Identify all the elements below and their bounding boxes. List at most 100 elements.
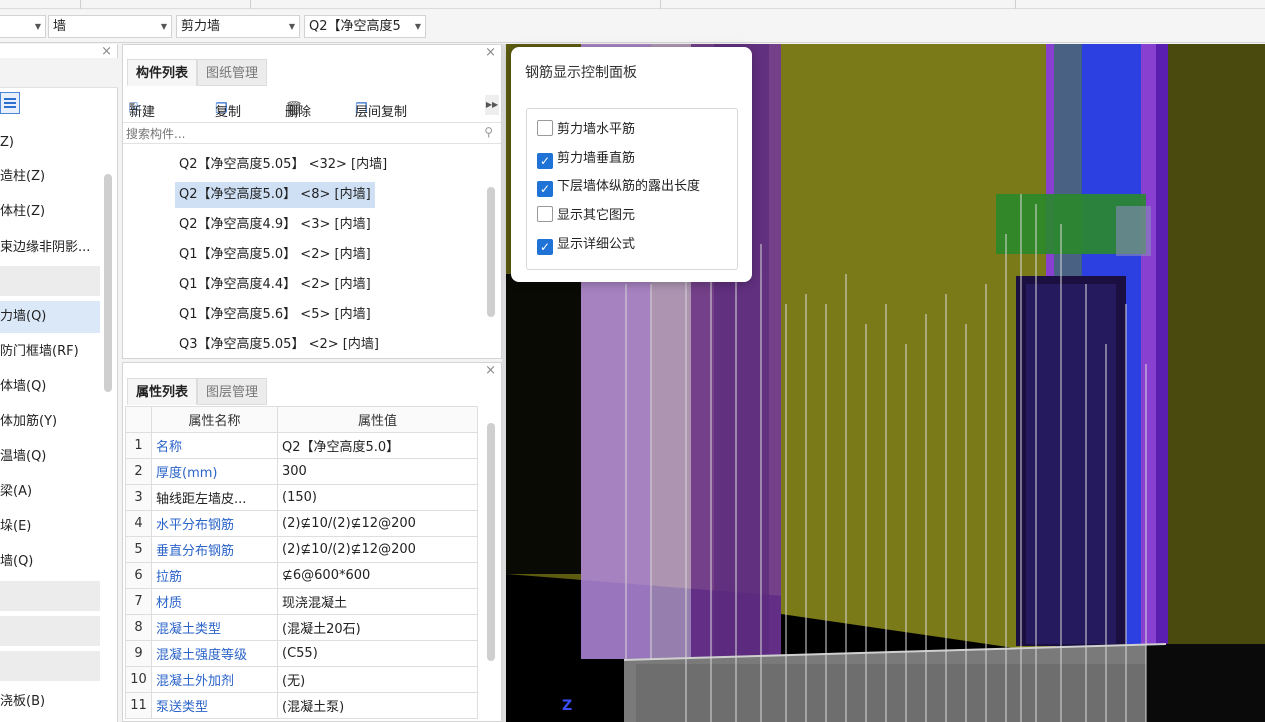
- component-tabs: 构件列表 图纸管理: [127, 59, 268, 87]
- property-panel: × 属性列表 图层管理 属性名称 属性值 1 名称 Q2【净空高度5.0】 2 厚度(m…: [122, 362, 502, 722]
- type-combo[interactable]: 剪力墙 ▼: [176, 15, 300, 38]
- list-item[interactable]: Q1【净空高度4.4】 <2> [内墙]: [175, 272, 375, 298]
- tree-item[interactable]: 浇板(B): [0, 686, 100, 718]
- check-icon[interactable]: ✓: [537, 153, 553, 169]
- table-row[interactable]: 4 水平分布钢筋 (2)⊈10/(2)⊈12@200: [125, 510, 478, 537]
- list-view-icon[interactable]: [0, 92, 20, 114]
- table-row[interactable]: 5 垂直分布钢筋 (2)⊈10/(2)⊈12@200: [125, 536, 478, 563]
- property-name: 材质: [151, 588, 278, 615]
- tree-group-header[interactable]: [0, 266, 100, 296]
- property-name: 混凝土强度等级: [151, 640, 278, 667]
- property-value[interactable]: (150): [277, 484, 478, 511]
- tree-scrollbar[interactable]: [104, 174, 112, 392]
- property-value[interactable]: 300: [277, 458, 478, 485]
- tree-item[interactable]: 体柱(Z): [0, 196, 100, 228]
- checkbox-shear-wall-vertical[interactable]: ✓ 剪力墙垂直筋: [537, 149, 635, 169]
- property-value[interactable]: 现浇混凝土: [277, 588, 478, 615]
- tab-layer-management[interactable]: 图层管理: [197, 378, 268, 405]
- chevron-down-icon: ▼: [34, 22, 41, 31]
- list-item[interactable]: Q1【净空高度5.6】 <5> [内墙]: [175, 302, 375, 328]
- table-row[interactable]: 3 轴线距左墙皮... (150): [125, 484, 478, 511]
- table-row[interactable]: 7 材质 现浇混凝土: [125, 588, 478, 615]
- property-value[interactable]: (无): [277, 666, 478, 693]
- more-actions-icon[interactable]: ▶▶: [485, 95, 499, 115]
- tab-property-list[interactable]: 属性列表: [127, 378, 198, 405]
- property-value[interactable]: (C55): [277, 640, 478, 667]
- close-icon[interactable]: ×: [101, 44, 112, 59]
- tab-component-list[interactable]: 构件列表: [127, 59, 198, 86]
- checkbox-icon[interactable]: [537, 120, 553, 136]
- checkbox-show-other[interactable]: 显示其它图元: [537, 206, 635, 226]
- close-icon[interactable]: ×: [485, 45, 496, 60]
- property-value[interactable]: (2)⊈10/(2)⊈12@200: [277, 536, 478, 563]
- tree-item-shear-wall[interactable]: 力墙(Q): [0, 301, 100, 333]
- component-tree-panel: × Z) 造柱(Z) 体柱(Z) 束边缘非阴影... 力墙(Q) 防门框墙(RF…: [0, 44, 118, 722]
- property-value[interactable]: Q2【净空高度5.0】: [277, 432, 478, 459]
- tree-item[interactable]: 梁(A): [0, 476, 100, 508]
- tree-item[interactable]: 垛(E): [0, 511, 100, 543]
- selection-toolbar: ▼ 墙 ▼ 剪力墙 ▼ Q2【净空高度5 ▼: [0, 10, 1265, 43]
- rebar-display-control-panel: 钢筋显示控制面板 剪力墙水平筋 ✓ 剪力墙垂直筋 ✓ 下层墙体纵筋的露出长度 显示其…: [511, 47, 752, 282]
- tree-group-header[interactable]: [0, 581, 100, 611]
- property-value[interactable]: (混凝土泵): [277, 692, 478, 719]
- property-name: 厚度(mm): [151, 458, 278, 485]
- row-number: 11: [125, 692, 152, 719]
- floor-combo[interactable]: ▼: [0, 15, 46, 38]
- property-value[interactable]: (混凝土20石): [277, 614, 478, 641]
- tree-item[interactable]: 体墙(Q): [0, 371, 100, 403]
- table-row[interactable]: 1 名称 Q2【净空高度5.0】: [125, 432, 478, 459]
- tree-group-header[interactable]: [0, 616, 100, 646]
- component-combo[interactable]: Q2【净空高度5 ▼: [304, 15, 426, 38]
- list-item[interactable]: Q3【净空高度5.05】 <2> [内墙]: [175, 332, 383, 358]
- tree-item[interactable]: 体加筋(Y): [0, 406, 100, 438]
- property-table: 属性名称 属性值 1 名称 Q2【净空高度5.0】 2 厚度(mm) 300 3 轴线距左…: [125, 406, 478, 719]
- tree-item[interactable]: 墙(Q): [0, 546, 100, 578]
- list-item[interactable]: Q1【净空高度5.0】 <2> [内墙]: [175, 242, 375, 268]
- row-number: 8: [125, 614, 152, 641]
- column-header-index: [125, 406, 152, 433]
- list-scrollbar[interactable]: [487, 187, 495, 317]
- property-name: 泵送类型: [151, 692, 278, 719]
- property-name: 轴线距左墙皮...: [151, 484, 278, 511]
- row-number: 9: [125, 640, 152, 667]
- property-name: 拉筋: [151, 562, 278, 589]
- tree-item[interactable]: 温墙(Q): [0, 441, 100, 473]
- row-number: 6: [125, 562, 152, 589]
- list-item[interactable]: Q2【净空高度5.05】 <32> [内墙]: [175, 152, 391, 178]
- column-header-value: 属性值: [277, 406, 478, 433]
- check-icon[interactable]: ✓: [537, 181, 553, 197]
- table-row[interactable]: 10 混凝土外加剂 (无): [125, 666, 478, 693]
- property-name: 名称: [151, 432, 278, 459]
- checkbox-show-formula[interactable]: ✓ 显示详细公式: [537, 235, 635, 255]
- search-icon[interactable]: ⚲: [484, 125, 493, 139]
- table-row[interactable]: 11 泵送类型 (混凝土泵): [125, 692, 478, 719]
- property-scrollbar[interactable]: [487, 423, 495, 661]
- checkbox-icon[interactable]: [537, 206, 553, 222]
- tree-item[interactable]: 束边缘非阴影...: [0, 232, 100, 264]
- chevron-down-icon: ▼: [160, 22, 167, 31]
- component-search: ⚲: [123, 122, 501, 144]
- tree-item[interactable]: 造柱(Z): [0, 161, 100, 193]
- property-value[interactable]: ⊈6@600*600: [277, 562, 478, 589]
- tree-group-header[interactable]: [0, 651, 100, 681]
- checkbox-lower-wall-exposure[interactable]: ✓ 下层墙体纵筋的露出长度: [537, 177, 700, 197]
- check-icon[interactable]: ✓: [537, 239, 553, 255]
- tree-item[interactable]: Z): [0, 127, 100, 159]
- search-input[interactable]: [126, 125, 466, 142]
- property-value[interactable]: (2)⊈10/(2)⊈12@200: [277, 510, 478, 537]
- table-row[interactable]: 6 拉筋 ⊈6@600*600: [125, 562, 478, 589]
- table-row[interactable]: 8 混凝土类型 (混凝土20石): [125, 614, 478, 641]
- row-number: 5: [125, 536, 152, 563]
- row-number: 10: [125, 666, 152, 693]
- list-item-selected[interactable]: Q2【净空高度5.0】 <8> [内墙]: [175, 182, 375, 208]
- list-item[interactable]: Q2【净空高度4.9】 <3> [内墙]: [175, 212, 375, 238]
- row-number: 1: [125, 432, 152, 459]
- tree-item[interactable]: 防门框墙(RF): [0, 336, 100, 368]
- table-row[interactable]: 9 混凝土强度等级 (C55): [125, 640, 478, 667]
- checkbox-shear-wall-horizontal[interactable]: 剪力墙水平筋: [537, 120, 635, 140]
- close-icon[interactable]: ×: [485, 363, 496, 378]
- category-combo[interactable]: 墙 ▼: [48, 15, 172, 38]
- table-row[interactable]: 2 厚度(mm) 300: [125, 458, 478, 485]
- property-tabs: 属性列表 图层管理: [127, 378, 268, 406]
- tab-drawing-management[interactable]: 图纸管理: [197, 59, 268, 86]
